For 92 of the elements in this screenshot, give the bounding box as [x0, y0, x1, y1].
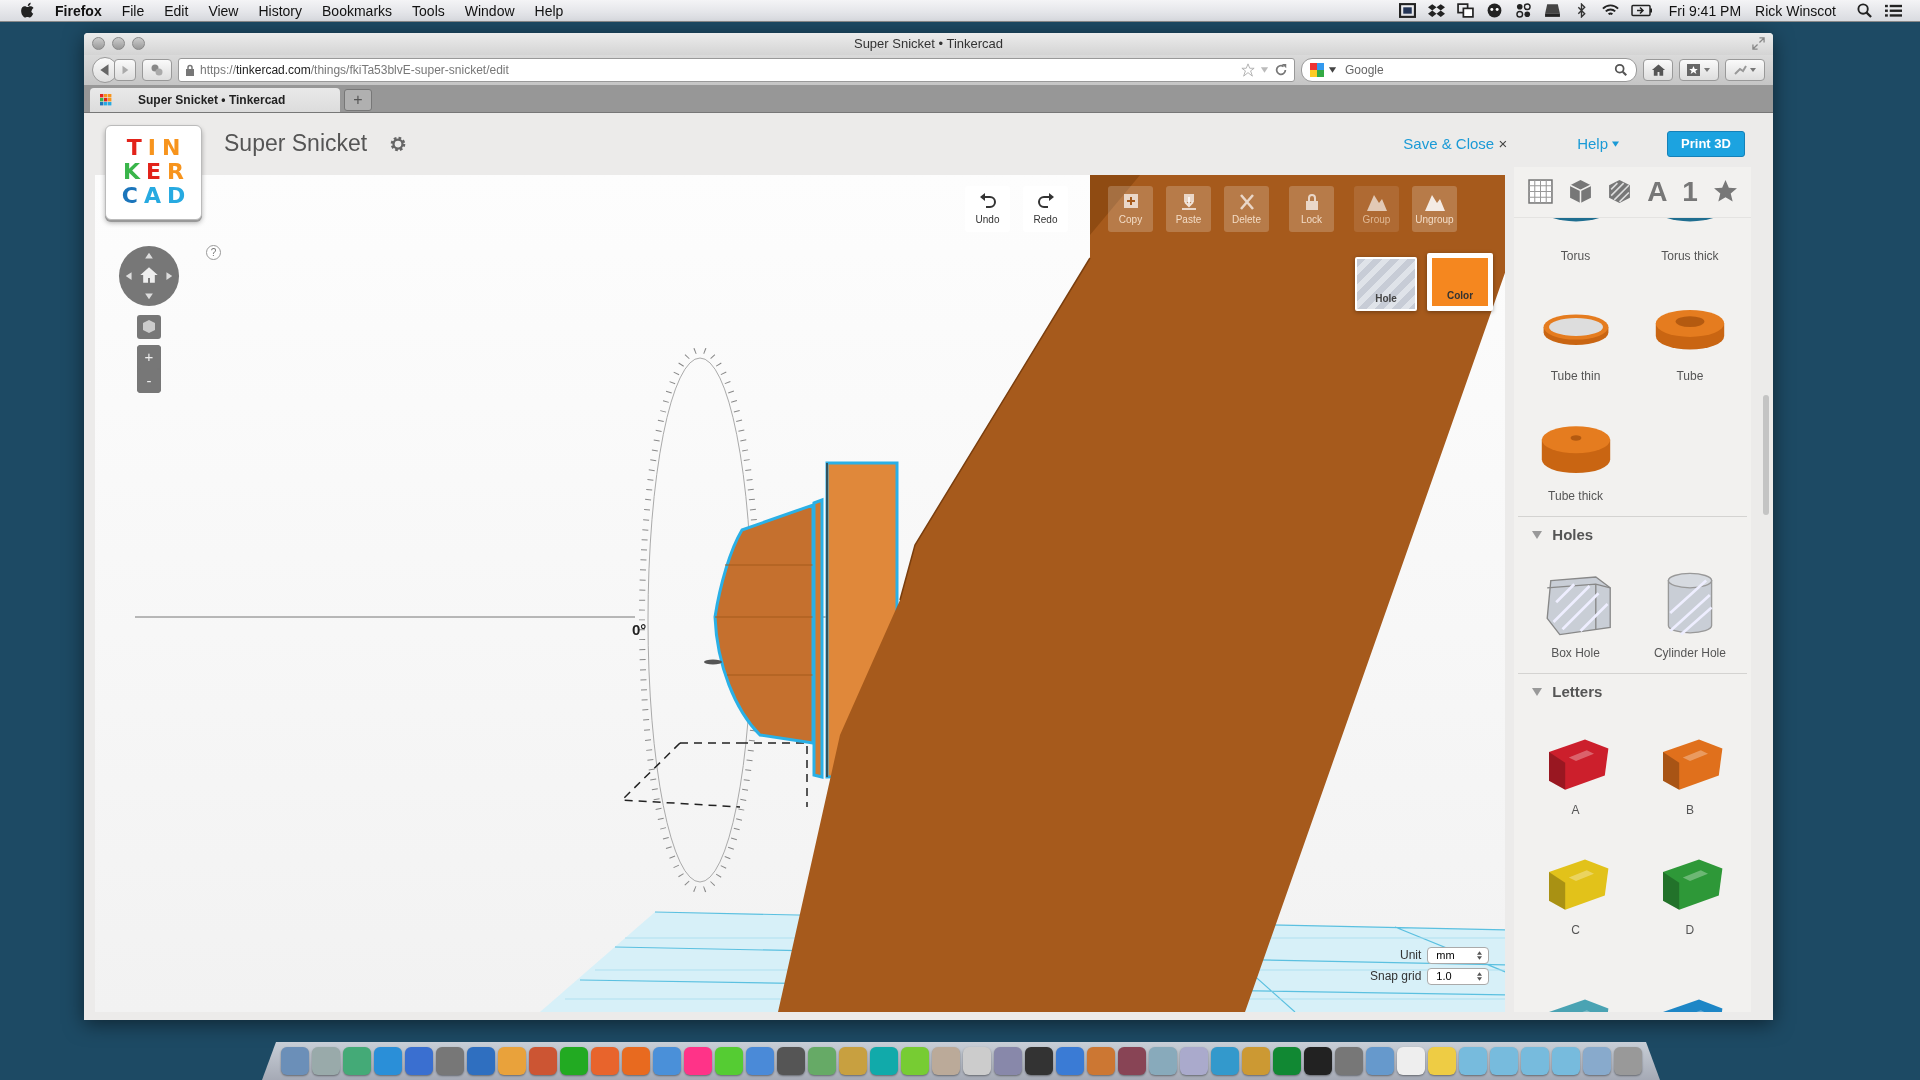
menu-item[interactable]: File	[121, 2, 145, 19]
list-icon[interactable]	[1885, 3, 1902, 18]
display-icon[interactable]	[1398, 3, 1416, 18]
section-title[interactable]: Letters	[1552, 683, 1603, 701]
apple-logo-icon[interactable]	[20, 2, 35, 19]
color-swatch[interactable]: Color	[1427, 253, 1493, 311]
caret-icon	[1612, 141, 1619, 147]
home-button[interactable]	[1643, 59, 1673, 81]
menu-app-name[interactable]: Firefox	[55, 2, 102, 19]
mountain-icon	[1424, 193, 1445, 211]
battery-icon[interactable]	[1630, 3, 1653, 18]
hole-swatch[interactable]: Hole	[1355, 257, 1417, 311]
box-icon[interactable]	[1427, 3, 1445, 18]
search-box[interactable]: Google	[1301, 58, 1637, 82]
menu-item[interactable]: View	[208, 2, 239, 19]
setting-label: Snap grid	[1370, 969, 1422, 984]
help-button[interactable]: ?	[206, 245, 221, 260]
marker-icon	[704, 659, 722, 665]
search-icon[interactable]	[1614, 63, 1628, 77]
cube-view-icon[interactable]	[137, 315, 161, 339]
window-title: Super Snicket • Tinkercad	[853, 36, 1004, 52]
grid-favicon-icon	[100, 94, 112, 106]
shape-label: Cylinder Hole	[1653, 646, 1726, 660]
forward-button[interactable]	[114, 59, 136, 81]
caret-icon[interactable]	[1328, 66, 1337, 74]
home-icon	[1650, 63, 1666, 77]
shape-label: Box Hole	[1551, 646, 1600, 660]
fullscreen-icon[interactable]	[1752, 37, 1765, 51]
close-button[interactable]	[92, 37, 105, 51]
shape-label: Tube thin	[1550, 369, 1601, 383]
minimize-button[interactable]	[112, 37, 125, 51]
zigzag-icon	[1732, 63, 1758, 77]
shape-category-tab[interactable]: A	[1647, 177, 1668, 207]
expander-icon[interactable]	[1532, 530, 1543, 540]
striped-cube-icon[interactable]	[1607, 179, 1633, 205]
design-title[interactable]: Super Snicket	[224, 130, 368, 158]
addon-button[interactable]	[142, 59, 172, 81]
shape-label: Torus	[1560, 249, 1591, 263]
mountain-icon	[1366, 193, 1387, 211]
menu-item[interactable]: History	[258, 2, 303, 19]
new-tab-button[interactable]: +	[344, 89, 372, 111]
shape-label: B	[1685, 803, 1694, 817]
search-icon[interactable]	[1856, 3, 1873, 18]
shape-label: Tube	[1676, 369, 1704, 383]
shape-label: Tube thick	[1548, 489, 1603, 503]
user-name[interactable]: Rick Winscot	[1755, 2, 1836, 19]
grid-icon[interactable]	[1527, 179, 1553, 205]
stepper-arrows-icon	[1477, 972, 1483, 981]
menu-item[interactable]: Tools	[412, 2, 445, 19]
bookmarks-button[interactable]	[1679, 59, 1719, 81]
menubar-clock[interactable]: Fri 9:41 PM	[1668, 2, 1742, 19]
menu-item[interactable]: Edit	[164, 2, 189, 19]
angle-label: 0°	[632, 621, 647, 638]
lock-icon	[185, 64, 195, 76]
address-field[interactable]: https://tinkercad.com/things/fkiTa53blvE-super-snicket/edit	[178, 58, 1295, 82]
star-square-icon	[1686, 63, 1712, 77]
save-close-link[interactable]: Save & Close ×	[1403, 135, 1508, 153]
shape-label: C	[1571, 923, 1580, 937]
cube-icon[interactable]	[1567, 179, 1593, 205]
expander-icon[interactable]	[1532, 687, 1543, 697]
search-field[interactable]: Google	[1341, 63, 1610, 77]
windows-icon[interactable]	[1456, 3, 1474, 18]
zoom-button[interactable]	[132, 37, 145, 51]
browser-tab[interactable]: Super Snicket • Tinkercad	[90, 88, 340, 112]
settings-icon[interactable]	[389, 135, 408, 153]
shape-label: D	[1685, 923, 1695, 937]
app-icon[interactable]	[1303, 1047, 1332, 1075]
menu-item[interactable]: Window	[464, 2, 515, 19]
shape-label: A	[1571, 803, 1580, 817]
redo-arrow-icon	[1035, 193, 1056, 211]
app-icon[interactable]	[1024, 1047, 1053, 1075]
dots-icon[interactable]	[1514, 3, 1532, 18]
disk-icon[interactable]	[1543, 3, 1561, 18]
menu-item[interactable]: Bookmarks	[322, 2, 393, 19]
back-arrow-icon	[98, 63, 112, 77]
scrollbar-thumb[interactable]	[1763, 395, 1770, 515]
shape-label: Torus thick	[1661, 249, 1719, 263]
wifi-icon[interactable]	[1601, 3, 1619, 18]
stepper-arrows-icon	[1477, 951, 1483, 960]
forward-arrow-icon	[120, 65, 130, 75]
menu-item[interactable]: Help	[534, 2, 564, 19]
app-icon[interactable]	[1117, 1047, 1146, 1075]
orbit-control-icon[interactable]	[118, 245, 180, 307]
shape-category-tab[interactable]: 1	[1682, 177, 1698, 207]
section-title[interactable]: Holes	[1552, 526, 1594, 544]
circles-icon	[150, 63, 164, 77]
star-icon[interactable]	[1241, 63, 1255, 77]
reload-icon[interactable]	[1274, 63, 1288, 77]
extensions-button[interactable]	[1725, 59, 1765, 81]
face-icon[interactable]	[1485, 3, 1503, 18]
app-icon[interactable]	[776, 1047, 805, 1075]
setting-label: Unit	[1400, 948, 1422, 963]
